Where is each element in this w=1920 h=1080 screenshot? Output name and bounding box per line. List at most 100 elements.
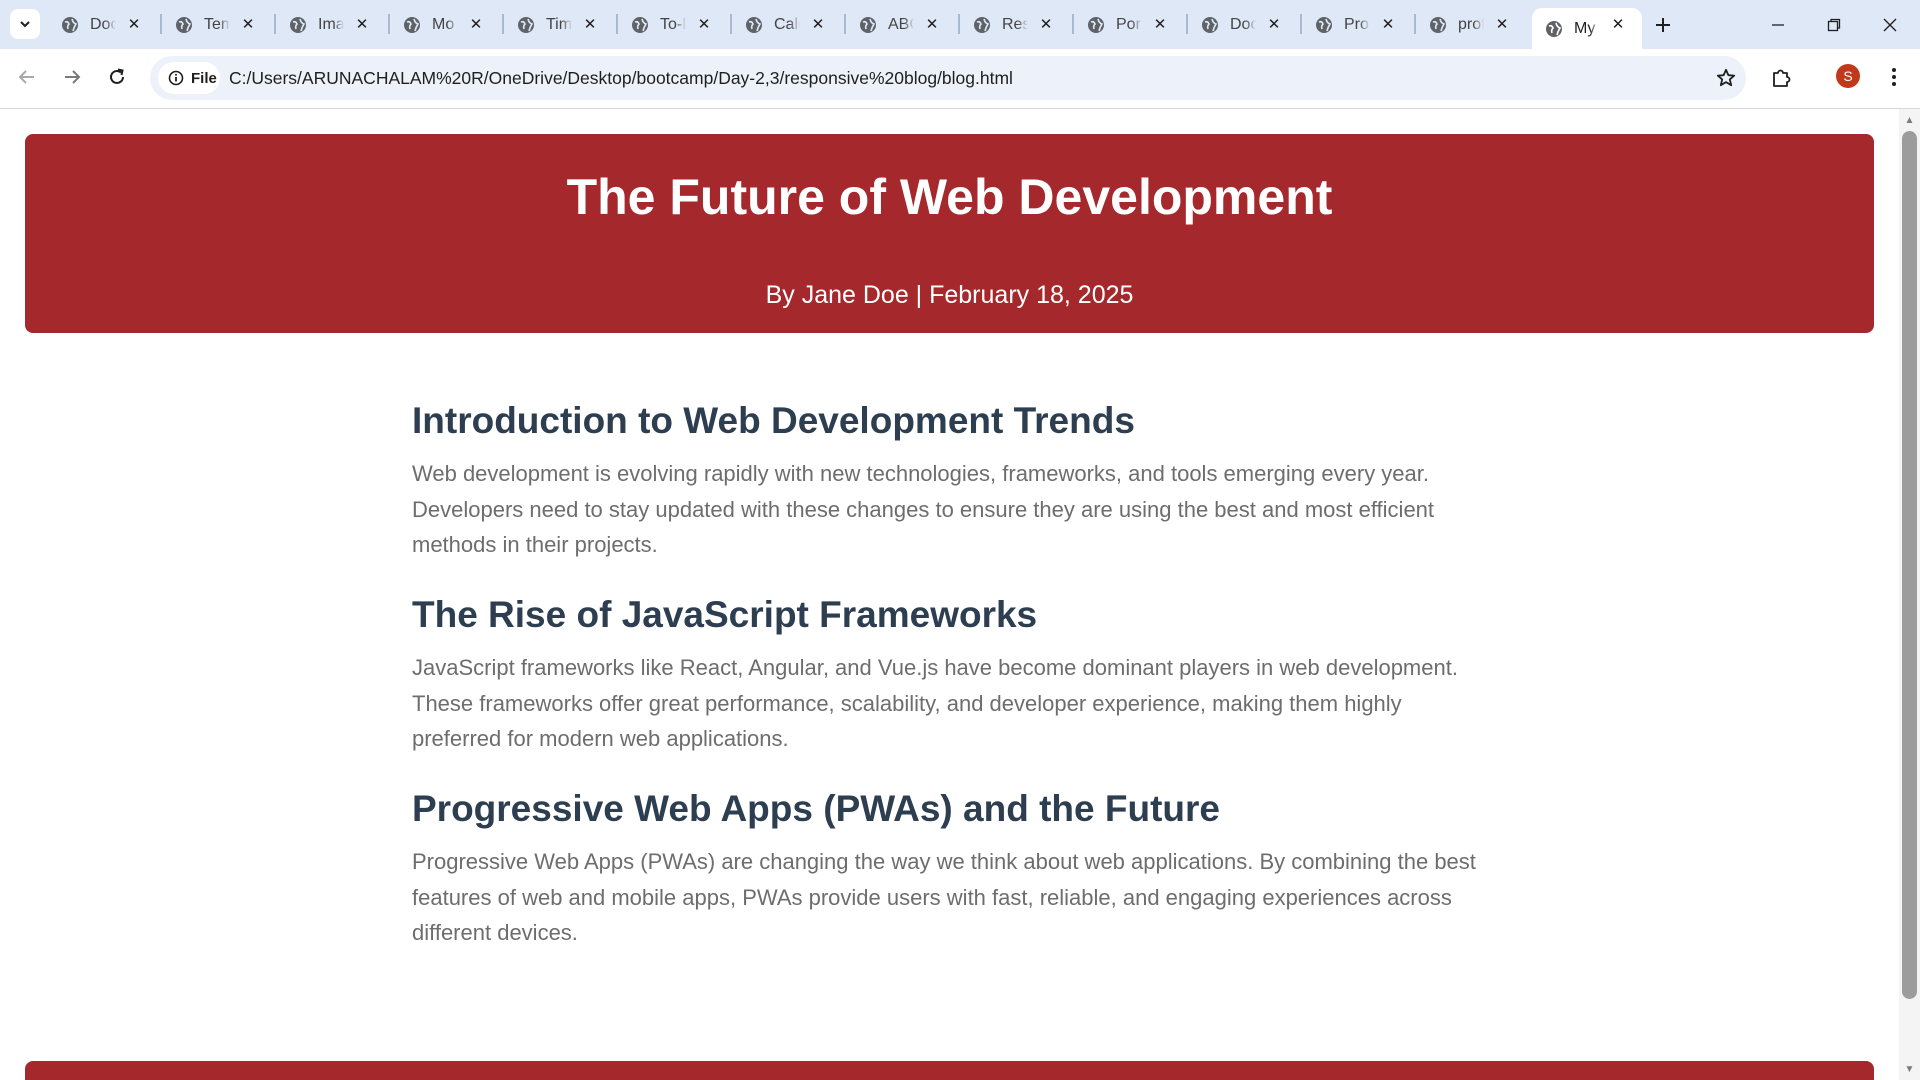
tab-title: Port: [1116, 15, 1142, 33]
browser-menu-button[interactable]: [1880, 61, 1908, 93]
tab-title: My: [1574, 19, 1596, 37]
bookmark-button[interactable]: [1712, 64, 1740, 92]
tab-title: To-D: [660, 15, 686, 33]
browser-tab[interactable]: Doc ✕: [1188, 8, 1298, 41]
close-window-button[interactable]: [1862, 0, 1918, 49]
vertical-scrollbar[interactable]: ▲ ▼: [1899, 109, 1920, 1080]
tab-title: Resi: [1002, 15, 1028, 33]
tab-title: Tim: [546, 15, 572, 33]
browser-tab[interactable]: ABC ✕: [846, 8, 956, 41]
reload-button[interactable]: [99, 59, 135, 95]
browser-tab[interactable]: Mo ✕: [390, 8, 500, 41]
chevron-down-icon: [20, 21, 30, 28]
tab-title: prof: [1458, 15, 1484, 33]
arrow-left-icon: [18, 70, 34, 84]
profile-avatar[interactable]: S: [1836, 64, 1860, 88]
close-icon[interactable]: ✕: [1378, 14, 1398, 34]
tab-title: Doc: [1230, 15, 1256, 33]
kebab-menu-icon: [1892, 68, 1896, 86]
scroll-up-arrow-icon[interactable]: ▲: [1899, 111, 1920, 129]
browser-tab[interactable]: Pro ✕: [1302, 8, 1412, 41]
blog-footer: [25, 1061, 1874, 1080]
star-icon: [1716, 68, 1736, 87]
globe-icon: [858, 15, 878, 35]
puzzle-icon: [1773, 69, 1791, 87]
close-icon[interactable]: ✕: [466, 14, 486, 34]
arrow-right-icon: [65, 70, 81, 84]
globe-icon: [1544, 19, 1564, 39]
globe-icon: [288, 15, 308, 35]
section-heading: The Rise of JavaScript Frameworks: [412, 593, 1038, 635]
section-heading: Progressive Web Apps (PWAs) and the Futu…: [412, 787, 1220, 829]
tab-search-button[interactable]: [10, 9, 40, 39]
section-body: Web development is evolving rapidly with…: [412, 461, 1435, 558]
browser-tab[interactable]: Doc ✕: [48, 8, 158, 41]
close-icon[interactable]: ✕: [1150, 14, 1170, 34]
blog-section: Progressive Web Apps (PWAs) and the Futu…: [412, 787, 1492, 951]
browser-tab[interactable]: prof ✕: [1416, 8, 1526, 41]
plus-icon: [1656, 18, 1670, 32]
back-button[interactable]: [9, 59, 45, 95]
tab-title: Tem: [204, 15, 230, 33]
close-icon[interactable]: ✕: [238, 14, 258, 34]
globe-icon: [516, 15, 536, 35]
site-info-chip[interactable]: File: [158, 62, 220, 94]
close-icon[interactable]: ✕: [808, 14, 828, 34]
extensions-button[interactable]: [1764, 61, 1798, 95]
globe-icon: [972, 15, 992, 35]
close-icon[interactable]: ✕: [580, 14, 600, 34]
browser-tab[interactable]: Port ✕: [1074, 8, 1184, 41]
close-icon[interactable]: ✕: [1264, 14, 1284, 34]
browser-tab[interactable]: Calc ✕: [732, 8, 842, 41]
blog-header: The Future of Web Development By Jane Do…: [25, 134, 1874, 333]
browser-tab-active[interactable]: My ✕: [1532, 8, 1642, 49]
page-viewport: The Future of Web Development By Jane Do…: [0, 109, 1899, 1080]
tab-title: Pro: [1344, 15, 1369, 33]
url-text[interactable]: C:/Users/ARUNACHALAM%20R/OneDrive/Deskto…: [229, 68, 1013, 89]
minimize-button[interactable]: [1750, 0, 1806, 49]
restore-icon: [1827, 18, 1841, 31]
site-chip-label: File: [191, 69, 217, 87]
browser-tab[interactable]: To-D ✕: [618, 8, 728, 41]
reload-icon: [110, 68, 124, 84]
close-icon[interactable]: ✕: [922, 14, 942, 34]
blog-content: Introduction to Web Development Trends W…: [412, 399, 1492, 981]
close-icon[interactable]: ✕: [694, 14, 714, 34]
new-tab-button[interactable]: [1648, 10, 1678, 40]
forward-button[interactable]: [54, 59, 90, 95]
globe-icon: [60, 15, 80, 35]
globe-icon: [744, 15, 764, 35]
tab-title: Doc: [90, 15, 116, 33]
tab-title: Mo: [432, 15, 455, 33]
tab-title: Ima: [318, 15, 344, 33]
globe-icon: [1086, 15, 1106, 35]
globe-icon: [402, 15, 422, 35]
browser-tab[interactable]: Tim ✕: [504, 8, 614, 41]
page-title: The Future of Web Development: [566, 169, 1333, 225]
section-heading: Introduction to Web Development Trends: [412, 400, 1135, 441]
globe-icon: [1200, 15, 1220, 35]
browser-tab[interactable]: Ima ✕: [276, 8, 386, 41]
close-icon: [1883, 18, 1897, 31]
globe-icon: [1428, 15, 1448, 35]
section-body: Progressive Web Apps (PWAs) are changing…: [412, 849, 1476, 946]
scroll-down-arrow-icon[interactable]: ▼: [1899, 1060, 1920, 1078]
browser-tab[interactable]: Tem ✕: [162, 8, 272, 41]
close-icon[interactable]: ✕: [124, 14, 144, 34]
blog-section: Introduction to Web Development Trends W…: [412, 399, 1492, 563]
globe-icon: [1314, 15, 1334, 35]
tab-strip: Doc ✕ Tem ✕ Ima ✕ Mo ✕ Tim ✕ To-D ✕ Calc…: [0, 0, 1920, 49]
globe-icon: [174, 15, 194, 35]
minimize-icon: [1772, 23, 1784, 26]
close-icon[interactable]: ✕: [1492, 14, 1512, 34]
close-icon[interactable]: ✕: [1036, 14, 1056, 34]
browser-tab[interactable]: Resi ✕: [960, 8, 1070, 41]
section-body: JavaScript frameworks like React, Angula…: [412, 655, 1458, 752]
restore-button[interactable]: [1806, 0, 1862, 49]
globe-icon: [630, 15, 650, 35]
close-icon[interactable]: ✕: [352, 14, 372, 34]
scrollbar-thumb[interactable]: [1902, 131, 1917, 999]
address-bar[interactable]: File C:/Users/ARUNACHALAM%20R/OneDrive/D…: [150, 56, 1746, 100]
close-icon[interactable]: ✕: [1608, 14, 1628, 34]
tab-title: Calc: [774, 15, 800, 33]
